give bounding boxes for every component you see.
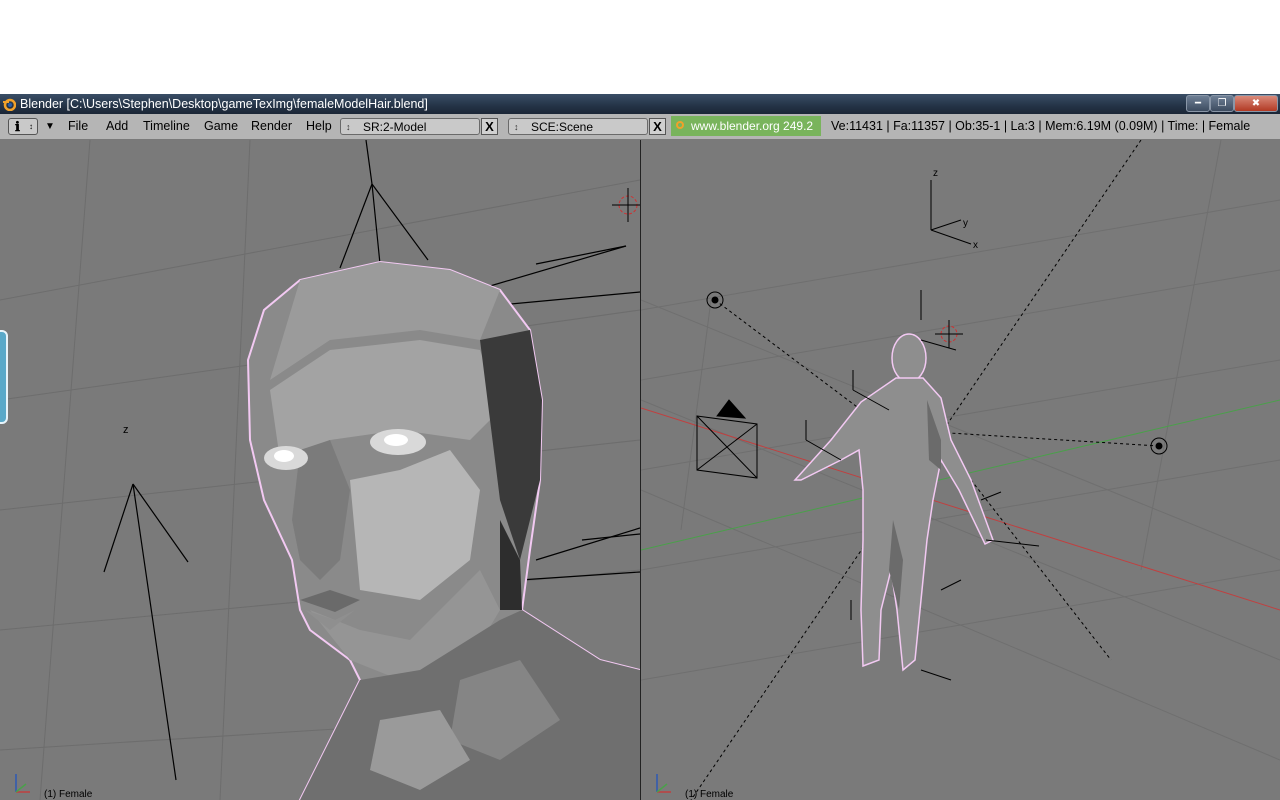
female-head-mesh: [246, 260, 640, 800]
3d-viewport-right[interactable]: z y x (1) Female: [641, 140, 1280, 800]
menu-timeline[interactable]: Timeline: [143, 114, 190, 139]
maximize-icon: ❐: [1217, 98, 1227, 109]
world-axis-gizmo: [930, 180, 972, 245]
minimize-button[interactable]: ━: [1186, 95, 1210, 112]
screen-selector[interactable]: ↕ SR:2-Model: [340, 118, 480, 135]
axis-gizmo-icon: [15, 774, 30, 793]
main-header: ℹ ↕ ▼ File Add Timeline Game Render Help…: [0, 114, 1280, 140]
viewport-object-label-right: (1) Female: [685, 789, 734, 800]
svg-text:z: z: [933, 168, 938, 179]
scene-selector[interactable]: ↕ SCE:Scene: [508, 118, 648, 135]
svg-text:y: y: [963, 218, 968, 229]
scene-name: SCE:Scene: [531, 120, 594, 134]
delete-screen-button[interactable]: X: [481, 118, 498, 135]
3d-viewport-left[interactable]: z (1) Female: [0, 140, 640, 800]
side-panel-tab[interactable]: [0, 330, 8, 424]
chevron-updown-icon: ↕: [346, 122, 351, 132]
menu-file[interactable]: File: [68, 114, 88, 139]
window-type-menu[interactable]: ℹ ↕: [8, 118, 38, 135]
bone-axis-label: z: [123, 424, 129, 436]
blender-website-link[interactable]: www.blender.org 249.2: [671, 116, 821, 136]
maximize-button[interactable]: ❐: [1210, 95, 1234, 112]
info-icon: ℹ: [15, 119, 20, 134]
female-body-mesh: [793, 333, 994, 672]
chevron-updown-icon: ↕: [514, 122, 519, 132]
delete-scene-button[interactable]: X: [649, 118, 666, 135]
axis-gizmo-icon: [656, 774, 671, 793]
minimize-icon: ━: [1194, 98, 1202, 109]
3d-cursor-icon: [935, 320, 963, 348]
collapse-menus-icon[interactable]: ▼: [45, 114, 55, 139]
chevron-updown-icon: ↕: [29, 122, 33, 131]
scene-stats: Ve:11431 | Fa:11357 | Ob:35-1 | La:3 | M…: [831, 119, 1251, 133]
blender-logo-icon: [3, 98, 16, 111]
floor-grid: [641, 140, 1280, 761]
window-title-bar[interactable]: Blender [C:\Users\Stephen\Desktop\gameTe…: [0, 94, 1280, 114]
viewport-object-label-left: (1) Female: [44, 789, 93, 800]
camera-icon: [696, 399, 758, 479]
window-title: Blender [C:\Users\Stephen\Desktop\gameTe…: [20, 97, 428, 111]
close-icon: ✖: [1251, 98, 1261, 109]
blender-logo-icon: [676, 121, 684, 129]
menu-add[interactable]: Add: [106, 114, 128, 139]
screen-name: SR:2-Model: [363, 120, 427, 134]
menu-render[interactable]: Render: [251, 114, 292, 139]
3d-cursor-icon: [612, 188, 640, 222]
viewport-scene-left: z: [0, 140, 640, 800]
blender-version: www.blender.org 249.2: [691, 119, 814, 133]
viewport-scene-right: z y x: [641, 140, 1280, 800]
menu-game[interactable]: Game: [204, 114, 238, 139]
menu-help[interactable]: Help: [306, 114, 332, 139]
close-button[interactable]: ✖: [1234, 95, 1278, 112]
svg-text:x: x: [973, 240, 978, 251]
